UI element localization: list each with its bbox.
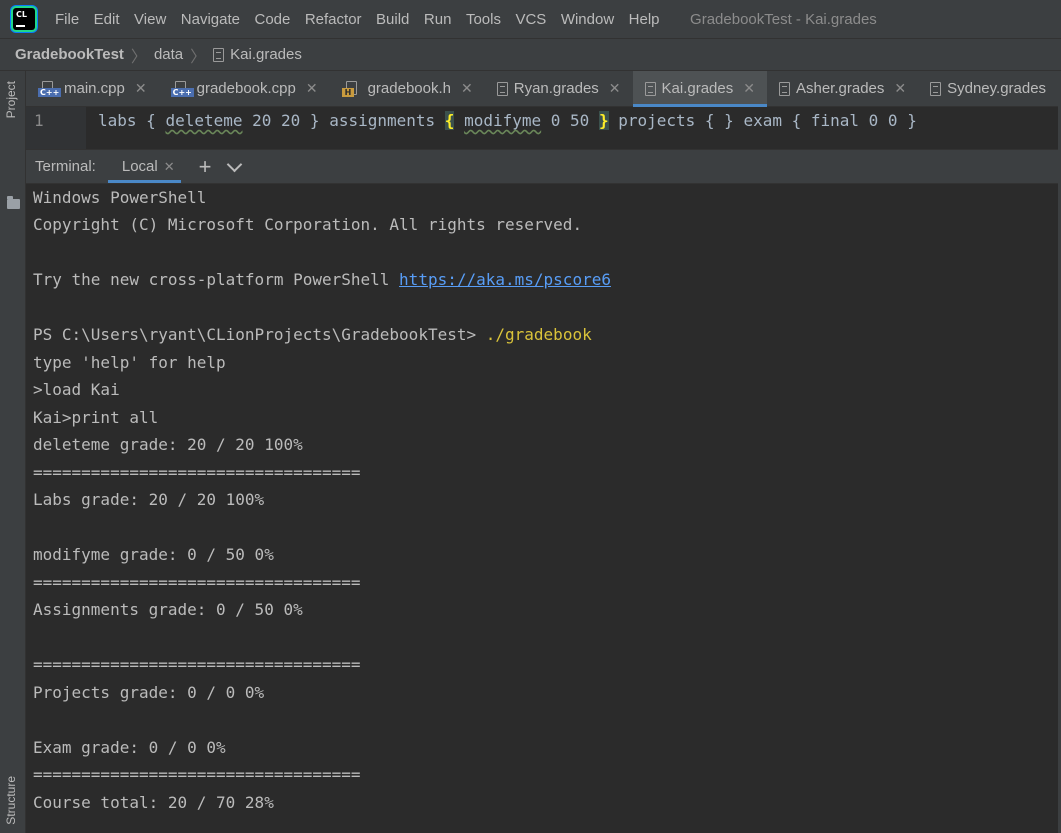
- line-number: 1: [34, 111, 44, 130]
- terminal-line: ==================================: [33, 463, 361, 482]
- header-file-icon: H: [341, 80, 362, 97]
- terminal-line: ==================================: [33, 573, 361, 592]
- chevron-down-icon[interactable]: [227, 156, 243, 172]
- terminal-tab-local[interactable]: Local ✕: [107, 150, 181, 183]
- code-editor[interactable]: 1 labs { deleteme 20 20 } assignments { …: [26, 107, 1061, 149]
- folder-icon: [7, 196, 20, 209]
- terminal-line: PS C:\Users\ryant\CLionProjects\Gradeboo…: [33, 325, 592, 344]
- tab-kai-grades[interactable]: Kai.grades ✕: [632, 71, 768, 107]
- close-icon[interactable]: ✕: [135, 80, 147, 97]
- breadcrumb-folder[interactable]: data: [154, 46, 183, 63]
- cpp-file-icon: C++: [170, 80, 194, 97]
- menu-edit[interactable]: Edit: [94, 11, 120, 28]
- breadcrumb: GradebookTest 〉 data 〉 Kai.grades: [0, 38, 1061, 71]
- terminal-line: modifyme grade: 0 / 50 0%: [33, 545, 274, 564]
- terminal-output[interactable]: Windows PowerShell Copyright (C) Microso…: [26, 184, 1061, 833]
- breadcrumb-separator-icon: 〉: [130, 48, 147, 66]
- tab-asher-grades[interactable]: Asher.grades ✕: [767, 71, 918, 106]
- close-icon[interactable]: ✕: [461, 80, 473, 97]
- menu-refactor[interactable]: Refactor: [305, 11, 362, 28]
- matched-brace: {: [444, 111, 455, 130]
- close-icon[interactable]: ✕: [306, 80, 318, 97]
- terminal-line: ==================================: [33, 655, 361, 674]
- terminal-line: type 'help' for help: [33, 353, 226, 372]
- terminal-line: >load Kai: [33, 380, 120, 399]
- terminal-line: Labs grade: 20 / 20 100%: [33, 490, 265, 509]
- breadcrumb-separator-icon: 〉: [190, 48, 207, 66]
- close-icon[interactable]: ✕: [894, 80, 906, 97]
- pscore6-link[interactable]: https://aka.ms/pscore6: [399, 270, 611, 289]
- terminal-header: Terminal: Local ✕ +: [26, 149, 1061, 184]
- breadcrumb-project[interactable]: GradebookTest: [15, 46, 124, 63]
- menu-vcs[interactable]: VCS: [515, 11, 546, 28]
- close-icon[interactable]: ✕: [609, 80, 621, 97]
- close-icon[interactable]: ✕: [743, 80, 755, 97]
- menu-view[interactable]: View: [134, 11, 166, 28]
- close-icon[interactable]: ✕: [164, 159, 175, 175]
- menu-bar: CL File Edit View Navigate Code Refactor…: [0, 0, 1061, 38]
- text-file-icon: [778, 81, 790, 96]
- text-file-icon: [930, 81, 942, 96]
- terminal-line: Try the new cross-platform PowerShell ht…: [33, 270, 611, 289]
- editor-tab-bar: C++ main.cpp ✕ C++ gradebook.cpp ✕ H gra…: [26, 71, 1061, 107]
- breadcrumb-file[interactable]: Kai.grades: [230, 46, 302, 63]
- tab-gradebook-h[interactable]: H gradebook.h ✕: [330, 71, 485, 106]
- menu-code[interactable]: Code: [254, 11, 290, 28]
- menu-build[interactable]: Build: [376, 11, 409, 28]
- text-file-icon: [213, 47, 225, 62]
- project-tool-button[interactable]: Project: [4, 81, 18, 118]
- terminal-line: Windows PowerShell: [33, 188, 207, 207]
- menu-run[interactable]: Run: [424, 11, 452, 28]
- terminal-line: Assignments grade: 0 / 50 0%: [33, 600, 303, 619]
- tab-main-cpp[interactable]: C++ main.cpp ✕: [26, 71, 159, 106]
- terminal-line: Projects grade: 0 / 0 0%: [33, 683, 265, 702]
- command-text: ./gradebook: [485, 325, 592, 344]
- window-title: GradebookTest - Kai.grades: [690, 10, 877, 28]
- add-terminal-icon[interactable]: +: [199, 155, 212, 178]
- menu-help[interactable]: Help: [629, 11, 660, 28]
- code-line[interactable]: labs { deleteme 20 20 } assignments { mo…: [98, 111, 917, 130]
- text-file-icon: [644, 81, 656, 96]
- menu-tools[interactable]: Tools: [466, 11, 501, 28]
- tab-sydney-grades[interactable]: Sydney.grades ✕: [918, 71, 1061, 106]
- terminal-line: Kai>print all: [33, 408, 159, 427]
- terminal-line: ==================================: [33, 765, 361, 784]
- left-tool-strip: Project Structure: [0, 71, 26, 833]
- terminal-line: Course total: 20 / 70 28%: [33, 793, 274, 812]
- matched-brace: }: [598, 111, 609, 130]
- terminal-title: Terminal:: [35, 158, 96, 175]
- tab-gradebook-cpp[interactable]: C++ gradebook.cpp ✕: [159, 71, 330, 106]
- clion-logo-icon[interactable]: CL: [13, 8, 35, 30]
- menu-file[interactable]: File: [55, 11, 79, 28]
- menu-navigate[interactable]: Navigate: [181, 11, 240, 28]
- terminal-line: deleteme grade: 20 / 20 100%: [33, 435, 303, 454]
- structure-tool-button[interactable]: Structure: [4, 776, 18, 825]
- terminal-line: Copyright (C) Microsoft Corporation. All…: [33, 215, 583, 234]
- tab-ryan-grades[interactable]: Ryan.grades ✕: [485, 71, 633, 106]
- cpp-file-icon: C++: [38, 80, 62, 97]
- terminal-line: Exam grade: 0 / 0 0%: [33, 738, 226, 757]
- line-gutter: 1: [26, 107, 86, 149]
- text-file-icon: [496, 81, 508, 96]
- menu-window[interactable]: Window: [561, 11, 614, 28]
